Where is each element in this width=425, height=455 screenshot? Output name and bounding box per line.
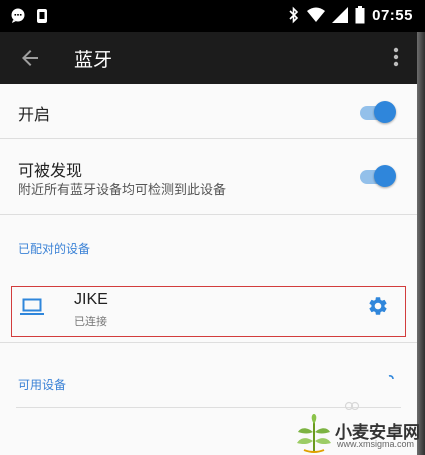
app-bar: 蓝牙: [0, 32, 417, 84]
discoverable-label: 可被发现: [18, 161, 83, 180]
signal-icon: [332, 7, 349, 23]
page-title: 蓝牙: [74, 49, 113, 71]
leaf-logo-icon: [297, 414, 331, 453]
toggle-thumb: [374, 101, 396, 123]
more-vert-icon[interactable]: [393, 46, 399, 68]
gear-icon[interactable]: [367, 295, 389, 317]
available-devices-header: 可用设备: [18, 378, 67, 392]
battery-icon: [355, 6, 365, 24]
toggle-thumb: [374, 165, 396, 187]
device-name: JIKE: [74, 291, 108, 308]
discoverable-toggle[interactable]: [360, 165, 396, 189]
window-edge: [417, 32, 425, 455]
arrow-left-icon[interactable]: [18, 46, 42, 70]
paired-devices-header: 已配对的设备: [18, 242, 91, 256]
enable-label: 开启: [18, 105, 51, 124]
divider: [0, 342, 417, 343]
watermark: 小麦安卓网 www.xmsigma.com: [294, 412, 424, 455]
discoverable-description: 附近所有蓝牙设备均可检测到此设备: [18, 183, 227, 198]
enable-toggle[interactable]: [360, 101, 396, 125]
status-bar: 07:55: [0, 0, 425, 32]
paired-device-item[interactable]: JIKE 已连接: [11, 286, 406, 337]
settings-list: 开启 可被发现 附近所有蓝牙设备均可检测到此设备 已配对的设备 JIKE 已连接…: [0, 84, 417, 455]
divider: [0, 138, 417, 139]
bluetooth-icon: [289, 6, 299, 24]
faint-ring-icon: [344, 401, 360, 410]
status-left-icons: [10, 8, 48, 24]
wifi-icon: [307, 7, 326, 22]
divider: [0, 214, 417, 215]
device-status: 已连接: [74, 315, 107, 328]
loading-spinner-icon: [388, 375, 394, 380]
message-icon: [11, 8, 25, 23]
watermark-url: www.xmsigma.com: [337, 439, 415, 449]
laptop-icon: [20, 298, 44, 315]
status-right-icons: 07:55: [288, 6, 413, 24]
phone-notification-icon: [37, 9, 47, 23]
status-time: 07:55: [372, 6, 413, 24]
